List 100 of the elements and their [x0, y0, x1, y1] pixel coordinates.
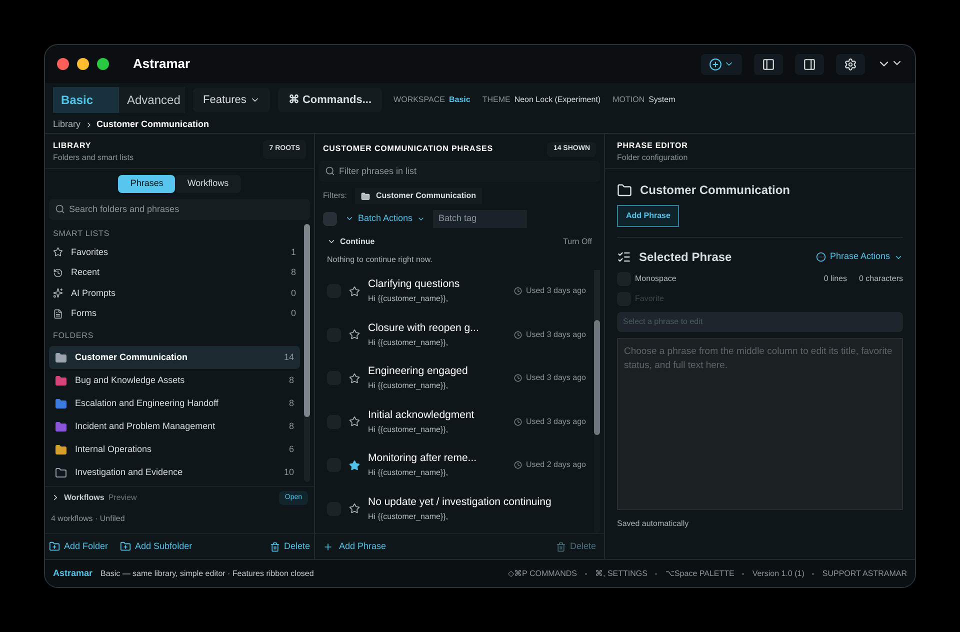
more-icon: [816, 252, 826, 262]
close-button[interactable]: [57, 58, 69, 70]
settings-icon[interactable]: [836, 54, 865, 74]
panel-title: CUSTOMER COMMUNICATION PHRASES: [323, 143, 493, 156]
smart-list-item[interactable]: AI Prompts 0: [49, 283, 300, 304]
used-time: Used 3 days ago: [514, 328, 586, 341]
add-phrase-button[interactable]: Add Phrase: [323, 540, 386, 554]
continue-heading: Continue: [340, 236, 375, 248]
folder-item[interactable]: Incident and Problem Management 8: [49, 415, 300, 438]
folder-item[interactable]: Escalation and Engineering Handoff 8: [49, 392, 300, 415]
filters-label: Filters:: [323, 190, 347, 202]
status-message: Basic — same library, simple editor · Features ribbon closed: [100, 568, 314, 580]
section-heading: SMART LISTS: [52, 228, 111, 240]
commands-button[interactable]: ⌘ Commands...: [278, 88, 382, 112]
favorite-star-icon[interactable]: [349, 286, 360, 297]
batch-tag-field[interactable]: Batch tag: [432, 210, 527, 228]
inspector-toggle-icon[interactable]: [795, 54, 824, 74]
favorite-star-icon[interactable]: [349, 503, 360, 514]
smart-list-icon: [53, 308, 63, 319]
meta-label: THEME: [482, 94, 510, 106]
app-name: Astramar: [53, 566, 93, 580]
folder-plus-icon: [49, 541, 60, 552]
expand-icon[interactable]: [327, 237, 336, 246]
clock-icon: [514, 461, 522, 470]
breadcrumb-item[interactable]: Customer Communication: [96, 118, 210, 132]
folder-title: Customer Communication: [640, 182, 790, 199]
search-field[interactable]: Search folders and phrases: [49, 198, 310, 220]
panel-title: LIBRARY: [53, 140, 92, 152]
breadcrumb-item[interactable]: Library: [53, 118, 81, 132]
phrase-title: Monitoring after reme...: [368, 451, 478, 466]
line-count: 0 lines: [824, 273, 847, 285]
folder-icon: [617, 182, 632, 198]
delete-button[interactable]: Delete: [270, 540, 310, 554]
status-item[interactable]: ⌥Space PALETTE: [665, 568, 734, 580]
library-tab[interactable]: Phrases: [118, 175, 176, 192]
folder-item[interactable]: Bug and Knowledge Assets 8: [49, 369, 300, 392]
scrollbar[interactable]: [594, 270, 600, 533]
phrase-preview: Hi {{customer_name}},: [368, 424, 450, 436]
phrase-text-area[interactable]: Choose a phrase from the middle column to edit its title, favorite status, and full text here.: [617, 338, 903, 510]
folder-item[interactable]: Internal Operations 6: [49, 438, 300, 461]
search-icon: [55, 204, 65, 214]
add-folder-button[interactable]: Add Folder: [49, 540, 108, 554]
library-tab[interactable]: Workflows: [175, 175, 241, 192]
mode-tab[interactable]: Advanced: [119, 87, 185, 113]
smart-list-icon: [53, 288, 63, 298]
search-icon: [325, 166, 335, 176]
add-phrase-button[interactable]: Add Phrase: [617, 205, 680, 227]
used-time: Used 3 days ago: [514, 285, 586, 298]
turn-off-button[interactable]: Turn Off: [563, 236, 592, 248]
used-time: Used 3 days ago: [514, 372, 586, 384]
phrase-title: Clarifying questions: [368, 277, 461, 292]
phrase-title: Engineering engaged: [368, 364, 469, 380]
filter-chip[interactable]: Customer Communication: [355, 188, 482, 204]
folder-icon: [361, 192, 370, 200]
phrase-row[interactable]: No update yet / investigation continuing Hi {{customer_name}},: [315, 487, 594, 530]
status-item[interactable]: ⌘, SETTINGS: [595, 568, 648, 580]
add-menu-button[interactable]: [701, 54, 742, 74]
phrase-preview: Hi {{customer_name}},: [368, 336, 450, 349]
folder-item[interactable]: Customer Communication 14: [49, 346, 300, 369]
mode-tab[interactable]: Basic: [53, 87, 119, 113]
scrollbar[interactable]: [304, 224, 310, 482]
smart-list-item[interactable]: Recent 8: [49, 262, 300, 283]
smart-list-item[interactable]: Favorites 1: [49, 242, 300, 262]
used-time: Used 3 days ago: [514, 416, 586, 428]
minimize-button[interactable]: [77, 58, 89, 70]
phrase-title: Closure with reopen g...: [368, 320, 480, 336]
add-folder-button[interactable]: Add Subfolder: [120, 540, 192, 554]
status-item[interactable]: SUPPORT ASTRAMAR: [822, 568, 907, 580]
used-time: Used 2 days ago: [514, 459, 586, 472]
filter-field[interactable]: Filter phrases in list: [319, 160, 600, 182]
smart-list-item[interactable]: Forms 0: [49, 304, 300, 324]
phrase-row[interactable]: Monitoring after reme... Hi {{customer_name}}, Used 2 days ago: [315, 444, 594, 487]
phrase-actions-menu[interactable]: Phrase Actions: [816, 250, 903, 264]
select-all-checkbox[interactable]: [323, 212, 337, 226]
phrase-row[interactable]: Initial acknowledgment Hi {{customer_name}}, Used 3 days ago: [315, 400, 594, 444]
phrase-row[interactable]: Clarifying questions Hi {{customer_name}}, Used 3 days ago: [315, 270, 594, 313]
batch-actions-menu[interactable]: Batch Actions: [345, 212, 425, 226]
panel-subtitle: Folders and smart lists: [53, 152, 134, 164]
phrase-row[interactable]: Engineering engaged Hi {{customer_name}}, Used 3 days ago: [315, 356, 594, 400]
trash-icon: [270, 542, 280, 552]
sidebar-toggle-icon[interactable]: [754, 54, 783, 74]
plus-icon: [323, 542, 333, 552]
status-item[interactable]: ◇⌘P COMMANDS: [508, 568, 577, 580]
favorite-star-icon[interactable]: [349, 372, 360, 384]
checkbox-label: Monospace: [635, 273, 676, 285]
phrase-row[interactable]: Closure with reopen g... Hi {{customer_name}}, Used 3 days ago: [315, 313, 594, 356]
phrase-preview: Hi {{customer_name}},: [368, 510, 450, 523]
expand-icon[interactable]: [51, 493, 60, 502]
phrase-title: Initial acknowledgment: [368, 408, 476, 423]
window-title: Astramar: [133, 55, 190, 74]
section-title: Selected Phrase: [639, 249, 732, 266]
status-item[interactable]: Version 1.0 (1): [752, 568, 804, 580]
folder-item[interactable]: Investigation and Evidence 10: [49, 461, 300, 484]
phrase-preview: Hi {{customer_name}},: [368, 380, 450, 392]
zoom-button[interactable]: [97, 58, 109, 70]
phrase-preview: Hi {{customer_name}},: [368, 293, 450, 306]
features-menu[interactable]: Features: [193, 88, 270, 112]
favorite-star-icon[interactable]: [349, 416, 360, 428]
favorite-star-icon[interactable]: [349, 460, 360, 471]
favorite-star-icon[interactable]: [349, 329, 360, 340]
